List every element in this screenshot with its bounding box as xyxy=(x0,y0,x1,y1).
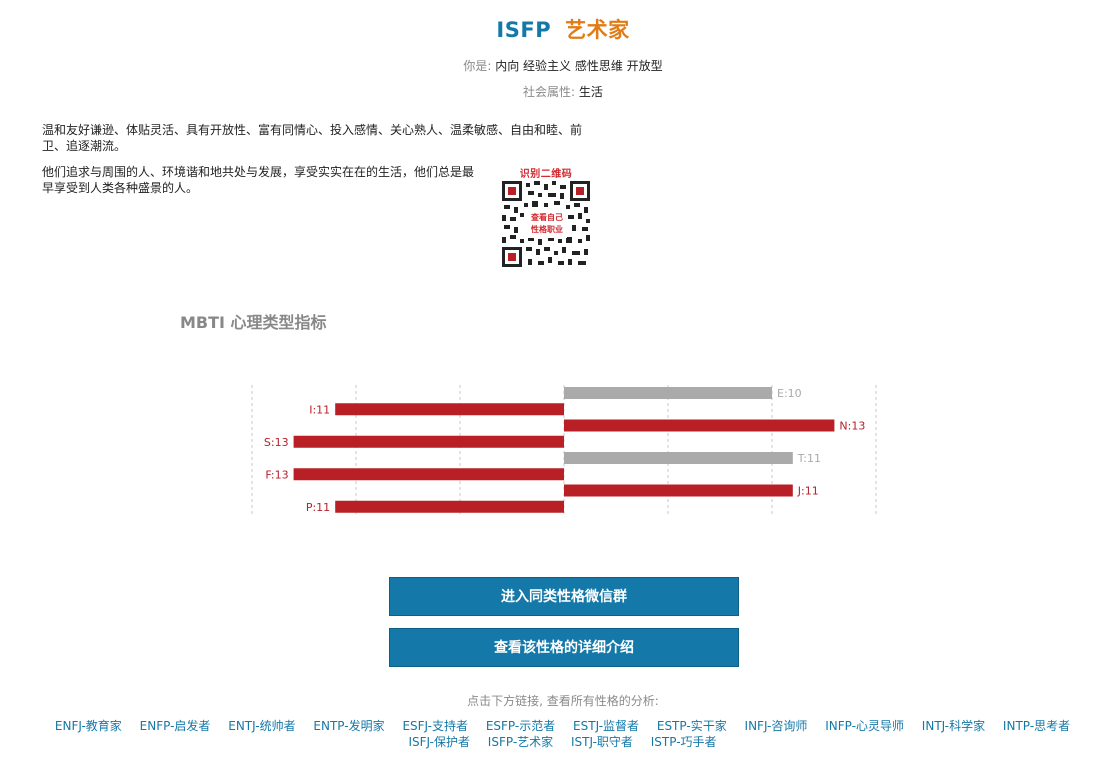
link-estj[interactable]: ESTJ-监督者 xyxy=(573,719,639,733)
link-intp[interactable]: INTP-思考者 xyxy=(1003,719,1070,733)
link-istj[interactable]: ISTJ-职守者 xyxy=(571,735,633,749)
chart-bar xyxy=(564,452,793,464)
mbti-chart: E:10 I:11 N:13 S:13 T:11 F:13 J:11 P:11 xyxy=(0,375,1103,529)
social-value: 生活 xyxy=(578,85,603,99)
qr-overlay-line-2: 性格职业 xyxy=(531,225,563,234)
link-isfp[interactable]: ISFP-艺术家 xyxy=(488,735,553,749)
link-isfj[interactable]: ISFJ-保护者 xyxy=(408,735,470,749)
join-wechat-group-button[interactable]: 进入同类性格微信群 xyxy=(389,577,739,616)
chart-bar xyxy=(335,500,564,513)
qr-overlay-line-1: 查看自己 xyxy=(531,213,563,222)
chart-bar-label: P:11 xyxy=(306,501,330,514)
type-code: ISFP xyxy=(496,18,552,42)
link-entj[interactable]: ENTJ-统帅者 xyxy=(228,719,295,733)
qr-code-block[interactable]: 识别二维码 查看自己 性格职业 xyxy=(502,165,590,267)
personality-links-row-1: ENFJ-教育家 ENFP-启发者 ENTJ-统帅者 ENTP-发明家 ESFJ… xyxy=(20,718,1103,734)
link-istp[interactable]: ISTP-巧手者 xyxy=(651,735,717,749)
link-infj[interactable]: INFJ-咨询师 xyxy=(745,719,808,733)
chart-bar-label: T:11 xyxy=(797,452,821,465)
personality-title: ISFP 艺术家 xyxy=(0,14,1103,44)
view-details-button[interactable]: 查看该性格的详细介绍 xyxy=(389,628,739,667)
description-para-2: 他们追求与周围的人、环境谐和地共处与发展，享受实实在在的生活，他们总是最早享受到… xyxy=(42,165,475,195)
link-intj[interactable]: INTJ-科学家 xyxy=(922,719,985,733)
link-infp[interactable]: INFP-心灵导师 xyxy=(825,719,904,733)
chart-bar xyxy=(564,387,772,399)
link-esfj[interactable]: ESFJ-支持者 xyxy=(402,719,468,733)
type-name: 艺术家 xyxy=(565,18,630,42)
link-esfp[interactable]: ESFP-示范者 xyxy=(486,719,555,733)
social-line: 社会属性: 生活 xyxy=(0,83,1103,100)
chart-bar-label: I:11 xyxy=(309,403,330,416)
chart-bar xyxy=(564,484,793,497)
you-are-label: 你是: xyxy=(463,59,492,73)
social-label: 社会属性: xyxy=(523,85,576,99)
chart-bar-label: S:13 xyxy=(264,436,289,449)
chart-bar xyxy=(335,403,564,416)
chart-bar-label: F:13 xyxy=(265,468,288,481)
qr-overlay: 查看自己 性格职业 xyxy=(527,212,567,238)
link-enfj[interactable]: ENFJ-教育家 xyxy=(55,719,122,733)
qr-title: 识别二维码 xyxy=(519,169,573,180)
link-estp[interactable]: ESTP-实干家 xyxy=(657,719,727,733)
chart-bar-label: J:11 xyxy=(797,485,819,498)
chart-bar xyxy=(564,419,835,432)
chart-bar-label: N:13 xyxy=(839,420,865,433)
chart-bar xyxy=(293,435,564,448)
description-para-1: 温和友好谦逊、体贴灵活、具有开放性、富有同情心、投入感情、关心熟人、温柔敏感、自… xyxy=(42,123,583,153)
personality-links-row-2: ISFJ-保护者 ISFP-艺术家 ISTJ-职守者 ISTP-巧手者 xyxy=(20,734,1103,750)
links-hint: 点击下方链接, 查看所有性格的分析: xyxy=(467,694,659,708)
you-are-value: 内向 经验主义 感性思维 开放型 xyxy=(495,59,663,73)
chart-title: MBTI 心理类型指标 xyxy=(180,313,327,332)
link-entp[interactable]: ENTP-发明家 xyxy=(313,719,384,733)
you-are-line: 你是: 内向 经验主义 感性思维 开放型 xyxy=(0,57,1103,74)
mbti-chart-svg: E:10 I:11 N:13 S:13 T:11 F:13 J:11 P:11 xyxy=(251,385,877,515)
link-enfp[interactable]: ENFP-启发者 xyxy=(140,719,211,733)
chart-bar xyxy=(293,468,564,481)
chart-bar-label: E:10 xyxy=(777,387,802,400)
